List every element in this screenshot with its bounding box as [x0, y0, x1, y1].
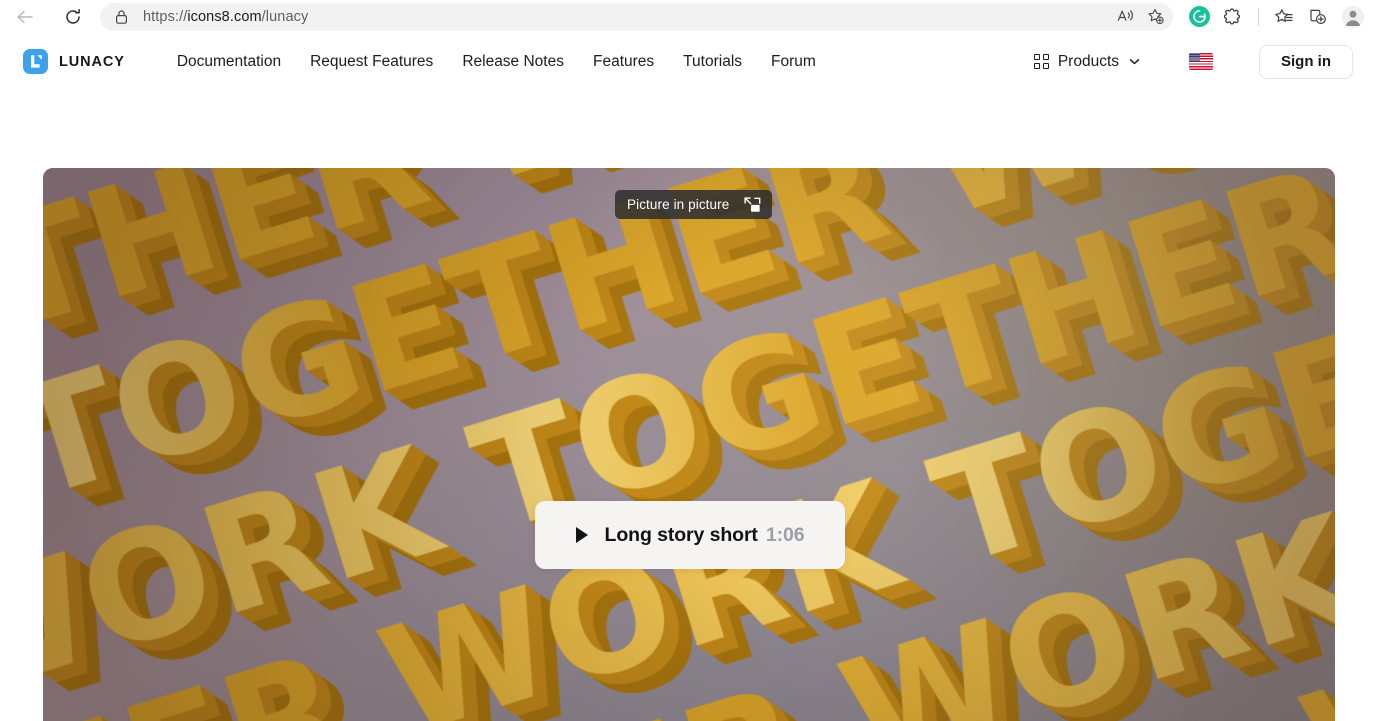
brand-link[interactable]: LUNACY	[23, 49, 125, 74]
browser-toolbar: https://icons8.com/lunacy	[0, 0, 1378, 33]
refresh-icon	[66, 8, 80, 24]
picture-in-picture-icon	[744, 196, 761, 212]
extensions-button[interactable]	[1217, 2, 1249, 32]
hero-video[interactable]	[43, 168, 1335, 721]
play-video-button[interactable]: Long story short 1:06	[535, 501, 845, 569]
brand-name: LUNACY	[59, 53, 125, 70]
sign-in-button[interactable]: Sign in	[1259, 44, 1353, 79]
nav-item-tutorials[interactable]: Tutorials	[683, 53, 742, 71]
profile-button[interactable]	[1336, 2, 1370, 32]
extensions-icon	[1223, 7, 1240, 24]
grammarly-icon	[1188, 6, 1210, 27]
hero-video-canvas	[43, 168, 1335, 721]
back-arrow-icon	[17, 10, 33, 23]
url-host: icons8.com	[187, 8, 262, 25]
profile-avatar-icon	[1342, 5, 1364, 28]
main-navigation: Documentation Request Features Release N…	[177, 53, 816, 71]
favorites-icon	[1275, 8, 1293, 22]
video-title: Long story short	[604, 523, 758, 546]
page-content: LUNACY Documentation Request Features Re…	[0, 33, 1378, 721]
grammarly-button[interactable]	[1183, 2, 1215, 32]
us-flag-icon[interactable]	[1189, 53, 1213, 70]
add-favorite-icon[interactable]	[1141, 4, 1169, 30]
address-bar[interactable]: https://icons8.com/lunacy	[100, 2, 1173, 31]
video-duration: 1:06	[765, 523, 805, 546]
collections-icon	[1310, 9, 1326, 24]
toolbar-divider	[1258, 7, 1259, 26]
url-path: /lunacy	[261, 8, 309, 25]
chevron-down-icon	[1129, 59, 1140, 65]
nav-item-features[interactable]: Features	[593, 53, 654, 71]
grid-icon	[1034, 54, 1049, 69]
lock-icon	[114, 9, 129, 25]
picture-in-picture-button[interactable]: Picture in picture	[615, 190, 773, 219]
address-bar-actions	[1111, 3, 1169, 31]
pip-label: Picture in picture	[627, 197, 730, 212]
site-header: LUNACY Documentation Request Features Re…	[0, 33, 1378, 90]
read-aloud-icon[interactable]	[1111, 4, 1139, 30]
nav-item-forum[interactable]: Forum	[771, 53, 816, 71]
back-button[interactable]	[8, 2, 42, 32]
url-text: https://icons8.com/lunacy	[143, 9, 1167, 25]
refresh-button[interactable]	[56, 2, 90, 32]
nav-item-request-features[interactable]: Request Features	[310, 53, 433, 71]
url-scheme: https://	[143, 8, 188, 25]
nav-item-documentation[interactable]: Documentation	[177, 53, 281, 71]
favorites-button[interactable]	[1268, 2, 1300, 32]
lunacy-logo-icon	[23, 49, 48, 74]
products-dropdown[interactable]: Products	[1034, 53, 1141, 71]
header-actions: Products Sign in	[1034, 44, 1353, 79]
browser-extensions-toolbar	[1179, 2, 1370, 32]
products-label: Products	[1057, 52, 1119, 70]
play-triangle-icon	[575, 527, 588, 543]
collections-button[interactable]	[1302, 2, 1334, 32]
nav-item-release-notes[interactable]: Release Notes	[462, 53, 564, 71]
